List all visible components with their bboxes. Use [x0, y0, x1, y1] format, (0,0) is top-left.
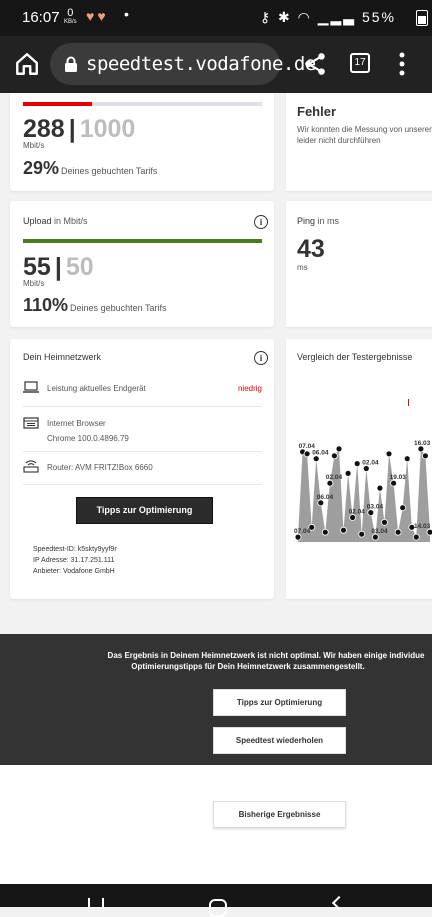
upload-card: Upload in Mbit/s i 55 | 50 Mbit/s 110% Dein…: [10, 201, 274, 327]
chart-point-label: 02.04: [326, 474, 343, 481]
chart-point[interactable]: [421, 452, 429, 460]
download-unit: Mbit/s: [23, 141, 45, 150]
ping-title: Ping in ms: [297, 216, 340, 226]
home-network-card: Dein Heimnetzwerk i Leistung aktuelles E…: [10, 339, 274, 599]
chart-point[interactable]: [394, 528, 402, 536]
chart-point[interactable]: [335, 445, 343, 453]
repeat-speedtest-button[interactable]: Speedtest wiederholen: [213, 727, 346, 754]
router-label: Router: AVM FRITZ!Box 6660: [47, 463, 153, 472]
banner-message: Das Ergebnis in Deinem Heimnetzwerk ist …: [107, 651, 425, 671]
home-button-icon[interactable]: [209, 899, 227, 917]
upload-unit: Mbit/s: [23, 279, 45, 288]
url-text: speedtest.vodafone.de: [86, 53, 316, 75]
chart-point[interactable]: [353, 460, 361, 468]
upload-progress-track: [23, 239, 262, 243]
provider: Anbieter: Vodafone GmbH: [33, 568, 115, 575]
chart-point[interactable]: [381, 519, 388, 526]
comparison-card: Vergleich der Testergebnisse 07.04 07.04 0…: [286, 339, 432, 599]
download-percent: 29% Deines gebuchten Tarifs: [23, 158, 158, 178]
speedtest-id: Speedtest-ID: k5skty9yyf9r: [33, 546, 117, 553]
download-card: 288 | 1000 Mbit/s 29% Deines gebuchten Tari…: [10, 93, 274, 191]
notification-dot-icon: •: [124, 6, 129, 22]
chart-point-label: 07.04: [294, 528, 311, 535]
chart-point-label: 06.04: [317, 494, 334, 501]
browser-label: Internet Browser: [47, 419, 106, 428]
chart-point-label: 06.04: [312, 450, 329, 457]
optimization-banner: Das Ergebnis in Deinem Heimnetzwerk ist …: [0, 634, 432, 765]
upload-progress-fill: [23, 239, 262, 243]
network-speed: 0 KB/s: [64, 7, 77, 26]
ping-value: 43: [297, 235, 325, 263]
system-nav-bar: [0, 884, 432, 917]
chart-point[interactable]: [403, 455, 411, 463]
clock: 16:07: [22, 9, 60, 26]
upload-title: Upload in Mbit/s: [23, 216, 88, 226]
optimization-tips-button[interactable]: Tipps zur Optimierung: [76, 497, 213, 524]
wifi-icon: ◠: [297, 9, 312, 25]
lock-icon: [65, 56, 77, 72]
chart-point[interactable]: [321, 528, 329, 536]
chart-point[interactable]: [399, 504, 407, 512]
chart-point[interactable]: [331, 452, 338, 460]
share-icon[interactable]: [302, 51, 328, 77]
chart-point-label: 19.03: [390, 474, 407, 481]
ping-card: Ping in ms 43 ms: [286, 201, 432, 327]
info-icon[interactable]: i: [254, 215, 268, 229]
ping-unit: ms: [297, 263, 308, 272]
comparison-title: Vergleich der Testergebnisse: [297, 352, 413, 362]
error-card: Fehler Wir konnten die Messung von unser…: [286, 93, 432, 191]
address-bar[interactable]: speedtest.vodafone.de: [50, 43, 316, 85]
error-title: Fehler: [297, 104, 337, 119]
banner-tips-button[interactable]: Tipps zur Optimierung: [213, 689, 346, 716]
chart-point-label: 02.04: [362, 460, 379, 467]
more-menu-icon[interactable]: [396, 50, 408, 78]
comparison-chart: 07.0407.0406.0406.0402.0402.0402.0403.04…: [294, 440, 432, 542]
info-icon[interactable]: i: [254, 351, 268, 365]
status-icons: ⚷ ✱ ◠ ▁▂▃ 55%: [260, 9, 410, 26]
download-value: 288 | 1000: [23, 115, 136, 143]
browser-toolbar: speedtest.vodafone.de 17: [0, 36, 432, 93]
home-network-title: Dein Heimnetzwerk: [23, 352, 102, 362]
laptop-icon: [23, 381, 39, 393]
error-line-2: leider nicht durchführen: [297, 136, 381, 145]
chart-point[interactable]: [376, 484, 384, 492]
upload-value: 55 | 50: [23, 253, 94, 281]
chart-point[interactable]: [385, 450, 393, 458]
divider: [23, 451, 262, 452]
ip-address: IP Adresse: 31.17.251.111: [33, 557, 115, 564]
back-icon[interactable]: [331, 895, 347, 911]
upload-percent: 110% Deines gebuchten Tarifs: [23, 295, 167, 315]
battery-icon: [416, 10, 428, 26]
chart-point[interactable]: [358, 530, 366, 538]
download-progress-fill: [23, 102, 92, 106]
chart-point-label: 03.04: [367, 504, 384, 511]
divider: [23, 406, 262, 407]
status-bar: 16:07 0 KB/s ♥♥ • ⚷ ✱ ◠ ▁▂▃ 55%: [0, 0, 432, 36]
device-performance-status: niedrig: [237, 384, 262, 393]
red-marker: [408, 399, 409, 406]
chart-point-label: 16.03: [414, 440, 431, 447]
history-section: Bisherige Ergebnisse: [0, 765, 432, 884]
chart-point[interactable]: [344, 470, 352, 477]
chart-point-label: 02.04: [349, 509, 366, 516]
tab-switcher-button[interactable]: 17: [350, 53, 370, 73]
browser-icon: [23, 417, 39, 429]
chart-point[interactable]: [340, 526, 347, 534]
chart-point-label: 14.03: [414, 523, 431, 530]
chart-point[interactable]: [412, 533, 420, 541]
divider: [23, 484, 262, 485]
home-icon[interactable]: [14, 51, 40, 77]
download-progress-track: [23, 102, 262, 106]
error-line-1: Wir konnten die Messung von unseren: [297, 125, 432, 134]
battery-label: 55%: [361, 9, 396, 25]
previous-results-button[interactable]: Bisherige Ergebnisse: [213, 801, 346, 828]
bluetooth-icon: ✱: [278, 9, 292, 25]
heart-icon: ♥♥: [86, 8, 109, 24]
browser-value: Chrome 100.0.4896.79: [47, 434, 129, 443]
chart-point[interactable]: [303, 450, 311, 458]
signal-icon: ▁▂▃: [317, 9, 357, 25]
router-icon: [23, 460, 39, 473]
chart-point-label: 03.04: [371, 528, 388, 535]
key-icon: ⚷: [259, 9, 273, 25]
